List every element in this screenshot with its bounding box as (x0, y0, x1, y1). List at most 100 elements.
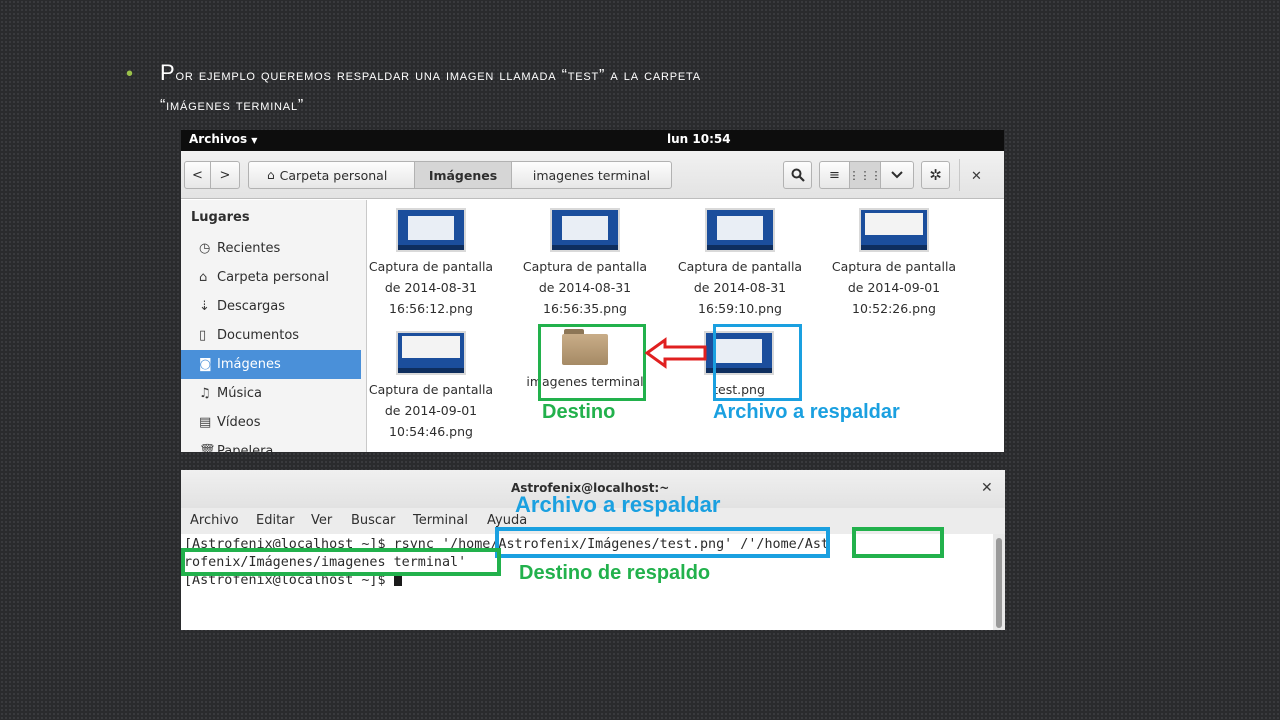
breadcrumb-home[interactable]: ⌂ Carpeta personal (249, 162, 414, 188)
back-button[interactable]: < (184, 161, 211, 189)
nautilus-toolbar: < > ⌂ Carpeta personal Imágenes imagenes … (181, 151, 1004, 199)
file-name-line: de 2014-08-31 (693, 280, 787, 295)
dest-path-continuation-highlight-box (181, 548, 501, 576)
archivo-highlight-box (713, 324, 802, 401)
close-icon: ✕ (971, 169, 982, 184)
sidebar-item-musica[interactable]: ♫ Música (181, 379, 361, 408)
clock[interactable]: lun 10:54 (667, 132, 731, 146)
image-thumbnail (705, 208, 775, 252)
menu-buscar[interactable]: Buscar (351, 513, 395, 528)
window-close-button[interactable]: ✕ (971, 169, 982, 184)
forward-button[interactable]: > (211, 161, 240, 189)
file-name-line: 10:54:46.png (389, 424, 473, 439)
file-name-line: de 2014-09-01 (847, 280, 941, 295)
terminal-close-button[interactable]: ✕ (981, 480, 993, 496)
sidebar-item-carpeta-personal[interactable]: ⌂ Carpeta personal (181, 263, 361, 292)
destino-label: Destino (542, 401, 616, 423)
sidebar-item-papelera[interactable]: 🗑 Papelera (181, 437, 361, 452)
red-arrow-icon (645, 337, 707, 369)
heading-line-2: “imágenes terminal” (160, 97, 304, 114)
file-name-line: de 2014-08-31 (538, 280, 632, 295)
home-icon: ⌂ (199, 270, 208, 285)
file-name-line: de 2014-09-01 (384, 403, 478, 418)
terminal-scrollbar[interactable] (993, 534, 1005, 630)
chevron-left-icon: < (192, 167, 203, 183)
file-name-line: de 2014-08-31 (384, 280, 478, 295)
gear-icon: ✲ (929, 166, 942, 184)
caret-down-icon: ▼ (251, 136, 258, 145)
sidebar-item-documentos[interactable]: ▯ Documentos (181, 321, 361, 350)
file-name-line: 10:52:26.png (852, 301, 936, 316)
sidebar-item-label: Papelera (217, 444, 274, 452)
menu-archivo[interactable]: Archivo (190, 513, 239, 528)
file-name-line: Captura de pantalla (368, 382, 494, 397)
breadcrumb-imagenes[interactable]: Imágenes (414, 162, 512, 188)
scrollbar-thumb[interactable] (996, 538, 1002, 628)
chevron-down-icon (891, 171, 903, 179)
file-manager-screenshot: Archivos ▼ lun 10:54 < > ⌂ Carpeta persona… (181, 130, 1004, 452)
file-name-line: 16:56:12.png (389, 301, 473, 316)
menu-ver[interactable]: Ver (311, 513, 332, 528)
settings-button[interactable]: ✲ (921, 161, 950, 189)
destino-de-respaldo-label: Destino de respaldo (519, 562, 711, 584)
file-item[interactable]: Captura de pantalla de 2014-08-31 16:56:… (510, 208, 660, 319)
app-menu[interactable]: Archivos ▼ (189, 132, 257, 146)
file-item[interactable]: Captura de pantalla de 2014-09-01 10:52:… (819, 208, 969, 319)
sidebar-item-videos[interactable]: ▤ Vídeos (181, 408, 361, 437)
file-item[interactable]: Captura de pantalla de 2014-08-31 16:59:… (665, 208, 815, 319)
list-view-icon: ≡ (829, 167, 840, 183)
image-thumbnail (859, 208, 929, 252)
search-icon (791, 168, 805, 182)
image-thumbnail (396, 208, 466, 252)
chevron-right-icon: > (219, 167, 231, 183)
file-name-line: 16:56:35.png (543, 301, 627, 316)
file-item[interactable]: Captura de pantalla de 2014-08-31 16:56:… (356, 208, 506, 319)
menu-terminal[interactable]: Terminal (413, 513, 468, 528)
source-path-highlight-box (495, 527, 830, 558)
file-item[interactable]: Captura de pantalla de 2014-09-01 10:54:… (356, 331, 506, 442)
sidebar-item-label: Descargas (217, 299, 286, 314)
heading-line-1: Por ejemplo queremos respaldar una image… (160, 60, 701, 85)
app-menu-label: Archivos (189, 132, 248, 146)
toolbar-separator (959, 159, 960, 191)
gnome-top-bar: Archivos ▼ lun 10:54 (181, 130, 1004, 151)
grid-view-button[interactable]: ⋮⋮⋮ (848, 161, 882, 189)
close-icon: ✕ (981, 480, 993, 496)
archivo-a-respaldar-label: Archivo a respaldar (515, 492, 721, 517)
file-name-line: Captura de pantalla (677, 259, 803, 274)
list-view-button[interactable]: ≡ (819, 161, 850, 189)
file-name-line: 16:59:10.png (698, 301, 782, 316)
places-sidebar: Lugares ◷ Recientes ⌂ Carpeta personal ⇣ De… (181, 200, 367, 452)
dest-path-highlight-box (852, 527, 944, 558)
sidebar-item-label: Música (217, 386, 262, 401)
film-icon: ▤ (199, 415, 212, 430)
trash-icon: 🗑 (199, 444, 216, 452)
sidebar-item-label: Vídeos (217, 415, 261, 430)
file-name-line: Captura de pantalla (522, 259, 648, 274)
sidebar-item-descargas[interactable]: ⇣ Descargas (181, 292, 361, 321)
view-options-button[interactable] (881, 161, 914, 189)
sidebar-item-imagenes[interactable]: ◙ Imágenes (181, 350, 361, 379)
clock-icon: ◷ (199, 241, 211, 256)
image-thumbnail (396, 331, 466, 375)
search-button[interactable] (783, 161, 812, 189)
breadcrumb: ⌂ Carpeta personal Imágenes imagenes term… (248, 161, 672, 189)
grid-view-icon: ⋮⋮⋮ (848, 168, 882, 182)
music-icon: ♫ (199, 386, 211, 401)
sidebar-title: Lugares (191, 210, 250, 225)
image-thumbnail (550, 208, 620, 252)
menu-editar[interactable]: Editar (256, 513, 295, 528)
sidebar-item-recientes[interactable]: ◷ Recientes (181, 234, 361, 263)
archivo-a-respaldar-label: Archivo a respaldar (713, 401, 900, 423)
sidebar-item-label: Carpeta personal (217, 270, 329, 285)
slide-heading: Por ejemplo queremos respaldar una image… (160, 58, 1080, 121)
sidebar-item-label: Documentos (217, 328, 300, 343)
bullet-marker: • (126, 63, 134, 85)
download-icon: ⇣ (199, 299, 210, 314)
sidebar-item-label: Imágenes (217, 357, 281, 372)
breadcrumb-imagenes-terminal[interactable]: imagenes terminal (512, 162, 671, 188)
terminal-screenshot: Astrofenix@localhost:~ ✕ Archivo Editar … (181, 470, 1005, 630)
breadcrumb-home-label: Carpeta personal (279, 167, 388, 183)
file-name-line: Captura de pantalla (831, 259, 957, 274)
file-name-line: Captura de pantalla (368, 259, 494, 274)
